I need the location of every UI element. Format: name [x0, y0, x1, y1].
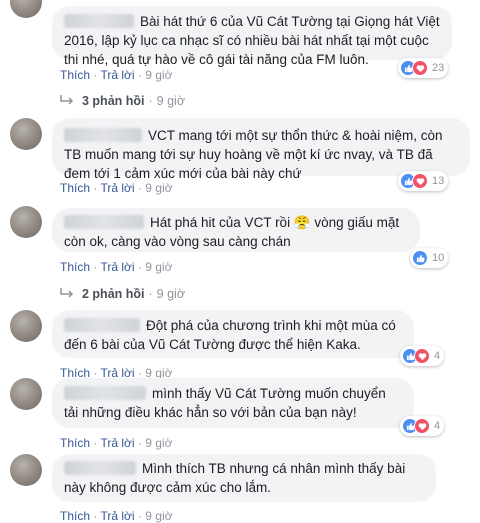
- comment-bubble: Mình thích TB nhưng cá nhân mình thấy bà…: [52, 454, 436, 502]
- comment-bubble: VCT mang tới một sự thổn thức & hoài niệ…: [52, 118, 470, 181]
- reaction-summary[interactable]: 4: [400, 416, 445, 436]
- like-link[interactable]: Thích: [60, 260, 90, 274]
- reply-link[interactable]: Trả lời: [100, 436, 134, 450]
- separator-dot: ·: [148, 287, 153, 301]
- avatar[interactable]: [10, 454, 42, 486]
- reaction-count: 4: [434, 420, 441, 432]
- comment-bubble: Đột phá của chương trình khi một mùa có …: [52, 310, 414, 358]
- reply-count-label: 3 phản hồi: [82, 94, 145, 108]
- comment-time[interactable]: 9 giờ: [145, 436, 172, 450]
- reply-count-label: 2 phản hồi: [82, 287, 145, 301]
- like-link[interactable]: Thích: [60, 68, 90, 82]
- separator-dot: ·: [148, 94, 153, 108]
- avatar[interactable]: [10, 378, 42, 410]
- commenter-name[interactable]: [64, 386, 146, 400]
- reaction-summary[interactable]: 10: [410, 248, 449, 268]
- avatar[interactable]: [10, 118, 42, 150]
- like-link[interactable]: Thích: [60, 181, 90, 195]
- commenter-name[interactable]: [64, 318, 140, 332]
- avatar[interactable]: [10, 0, 42, 18]
- view-replies-link[interactable]: 3 phản hồi · 9 giờ: [60, 94, 185, 108]
- reaction-summary[interactable]: 4: [400, 346, 445, 366]
- comment-actions: Thích · Trả lời · 9 giờ: [60, 260, 172, 274]
- view-replies-link[interactable]: 2 phản hồi · 9 giờ: [60, 287, 185, 301]
- comment-time[interactable]: 9 giờ: [145, 260, 172, 274]
- avatar[interactable]: [10, 206, 42, 238]
- love-reaction-icon: [412, 60, 428, 76]
- avatar[interactable]: [10, 310, 42, 342]
- reaction-summary[interactable]: 23: [398, 58, 449, 78]
- love-reaction-icon: [412, 173, 428, 189]
- love-reaction-icon: [414, 418, 430, 434]
- reaction-count: 23: [432, 62, 445, 74]
- reaction-summary[interactable]: 13: [398, 171, 449, 191]
- love-reaction-icon: [414, 348, 430, 364]
- commenter-name[interactable]: [64, 14, 134, 28]
- comment-time[interactable]: 9 giờ: [145, 68, 172, 82]
- like-reaction-icon: [412, 250, 428, 266]
- reaction-count: 4: [434, 350, 441, 362]
- reply-link[interactable]: Trả lời: [100, 181, 134, 195]
- reaction-count: 10: [432, 252, 445, 264]
- commenter-name[interactable]: [64, 461, 136, 475]
- comment-time[interactable]: 9 giờ: [145, 181, 172, 195]
- commenter-name[interactable]: [64, 215, 144, 229]
- comment-actions: Thích · Trả lời · 9 giờ: [60, 181, 172, 195]
- comment-actions: Thích · Trả lời · 9 giờ: [60, 68, 172, 82]
- reply-time: 9 giờ: [156, 94, 186, 108]
- comment-bubble: Bài hát thứ 6 của Vũ Cát Tường tại Giọng…: [52, 6, 452, 67]
- reply-link[interactable]: Trả lời: [100, 68, 134, 82]
- reply-link[interactable]: Trả lời: [100, 260, 134, 274]
- reply-arrow-icon: [60, 94, 74, 108]
- reply-time: 9 giờ: [156, 287, 186, 301]
- commenter-name[interactable]: [64, 128, 142, 142]
- reply-arrow-icon: [60, 287, 74, 301]
- like-link[interactable]: Thích: [60, 436, 90, 450]
- comment-actions: Thích · Trả lời · 9 giờ: [60, 436, 172, 450]
- comment-bubble: Hát phá hit của VCT rồi 😤 vòng giấu mặt …: [52, 208, 420, 252]
- comment-bubble: mình thấy Vũ Cát Tường muốn chuyển tải n…: [52, 378, 414, 428]
- reaction-count: 13: [432, 175, 445, 187]
